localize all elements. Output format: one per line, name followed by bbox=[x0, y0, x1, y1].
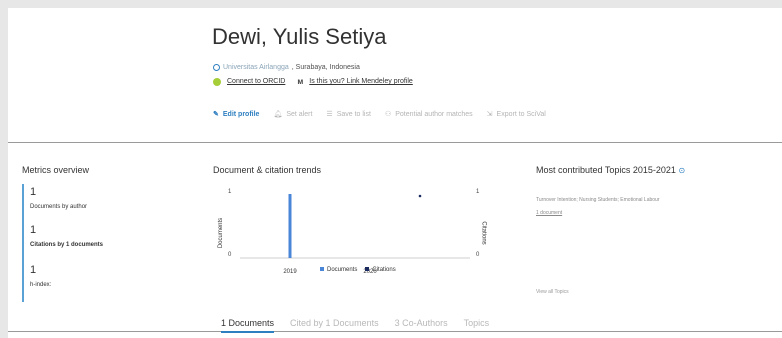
legend-documents: Documents bbox=[320, 267, 357, 273]
citations-count: 1 bbox=[30, 224, 37, 236]
metrics-panel: 1 Documents by author 1 Citations by 1 d… bbox=[22, 184, 134, 302]
citations-point-2020 bbox=[418, 194, 422, 198]
pencil-icon: ✎ bbox=[213, 111, 219, 118]
trends-chart: Documents Citations 1 0 1 0 2019 2020 bbox=[212, 188, 502, 288]
list-icon: ☰ bbox=[326, 111, 333, 118]
edit-profile-button[interactable]: ✎ Edit profile bbox=[213, 110, 260, 119]
set-alert-label: Set alert bbox=[286, 110, 313, 118]
h-index-value: 1 bbox=[30, 264, 37, 276]
topic-documents-link[interactable]: 1 document bbox=[536, 210, 562, 216]
chart-plot: 2019 2020 bbox=[240, 194, 470, 275]
chart-legend: Documents Citations bbox=[320, 267, 396, 273]
topics-list[interactable]: Turnover Intention; Nursing Students; Em… bbox=[536, 197, 660, 203]
export-to-scival-button[interactable]: ⇲ Export to SciVal bbox=[486, 110, 546, 119]
export-to-scival-label: Export to SciVal bbox=[496, 110, 546, 118]
x-tick-2019: 2019 bbox=[283, 269, 297, 275]
bell-icon: 🔔︎ bbox=[273, 111, 283, 118]
author-profile-page: Dewi, Yulis Setiya Universitas Airlangga… bbox=[8, 8, 782, 338]
documents-count: 1 bbox=[30, 186, 37, 198]
potential-author-matches-button[interactable]: ⚇ Potential author matches bbox=[384, 110, 473, 119]
affiliation-link[interactable]: Universitas Airlangga bbox=[223, 64, 289, 71]
trends-title: Document & citation trends bbox=[213, 165, 322, 175]
citations-label: Citations by 1 documents bbox=[30, 242, 104, 248]
location-pin-icon bbox=[213, 64, 220, 71]
people-icon: ⚇ bbox=[384, 111, 392, 118]
h-index-label: h-index: bbox=[30, 282, 52, 288]
tab-co-authors[interactable]: 3 Co-Authors bbox=[395, 318, 448, 333]
save-to-list-button[interactable]: ☰ Save to list bbox=[326, 110, 371, 119]
potential-author-matches-label: Potential author matches bbox=[395, 110, 473, 118]
topics-title: Most contributed Topics 2015-2021 ⊙ bbox=[536, 165, 686, 175]
legend-citations: Citations bbox=[365, 267, 396, 273]
metrics-title: Metrics overview bbox=[22, 165, 90, 175]
documents-label: Documents by author bbox=[30, 204, 88, 210]
affiliation-location: , Surabaya, Indonesia bbox=[291, 64, 360, 71]
tab-cited-by[interactable]: Cited by 1 Documents bbox=[290, 318, 379, 333]
profile-links: Connect to ORCID ᴍ Is this you? Link Men… bbox=[213, 77, 413, 86]
affiliation: Universitas Airlangga, Surabaya, Indones… bbox=[213, 64, 360, 71]
profile-tabs: 1 Documents Cited by 1 Documents 3 Co-Au… bbox=[221, 318, 489, 333]
mendeley-link[interactable]: Is this you? Link Mendeley profile bbox=[309, 78, 413, 85]
tab-topics[interactable]: Topics bbox=[464, 318, 490, 333]
tab-documents[interactable]: 1 Documents bbox=[221, 318, 275, 333]
set-alert-button[interactable]: 🔔︎ Set alert bbox=[273, 110, 313, 119]
orcid-icon bbox=[213, 77, 221, 86]
section-divider bbox=[8, 142, 782, 143]
documents-bar-2019 bbox=[288, 194, 292, 258]
info-icon[interactable]: ⊙ bbox=[678, 166, 685, 175]
author-name: Dewi, Yulis Setiya bbox=[212, 24, 387, 49]
profile-actions: ✎ Edit profile 🔔︎ Set alert ☰ Save to li… bbox=[213, 110, 546, 119]
save-to-list-label: Save to list bbox=[336, 110, 371, 118]
view-all-topics-link[interactable]: View all Topics bbox=[536, 289, 569, 295]
export-icon: ⇲ bbox=[486, 111, 493, 118]
connect-orcid-link[interactable]: Connect to ORCID bbox=[227, 78, 285, 85]
mendeley-icon: ᴍ bbox=[297, 77, 304, 86]
edit-profile-label: Edit profile bbox=[222, 110, 260, 118]
